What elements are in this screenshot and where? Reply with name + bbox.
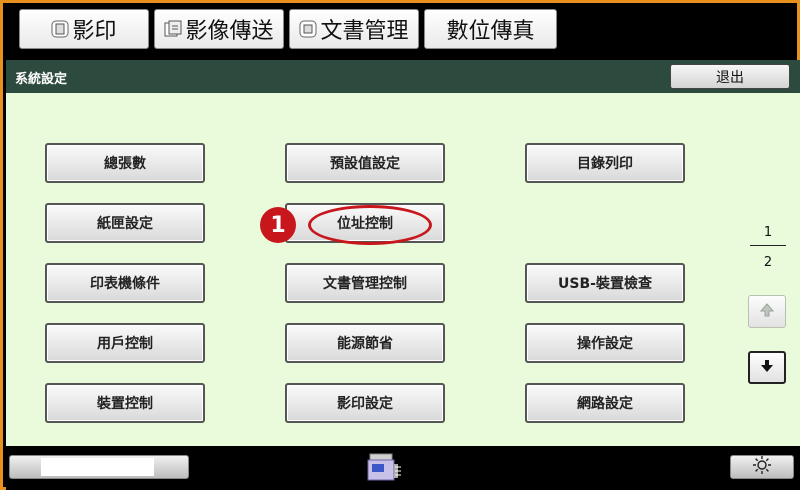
- screen-frame: 影印 影像傳送 文書管理 數位傳真 系統設定 退出 總張數 紙匣設定 印表機條件…: [0, 0, 800, 490]
- tab-digital-fax-label: 數位傳真: [446, 19, 535, 44]
- page-total: 2: [763, 255, 773, 270]
- scroll-down-button[interactable]: [748, 351, 786, 384]
- tab-digital-fax[interactable]: 數位傳真: [424, 9, 557, 49]
- network-settings-button[interactable]: 網路設定: [525, 383, 685, 423]
- energy-save-button[interactable]: 能源節省: [285, 323, 445, 363]
- tab-document-filing-label: 文書管理: [320, 19, 409, 44]
- page-title: 系統設定: [15, 72, 68, 87]
- job-status-field: [41, 458, 154, 476]
- user-control-button[interactable]: 用戶控制: [45, 323, 205, 363]
- bottom-bar: [6, 446, 800, 490]
- document-filing-control-button[interactable]: 文書管理控制: [285, 263, 445, 303]
- scroll-up-button[interactable]: [748, 295, 786, 328]
- arrow-up-icon: [759, 302, 775, 322]
- callout-number-badge: 1: [260, 207, 296, 243]
- copy-icon: [51, 19, 69, 39]
- arrow-down-icon: [759, 358, 775, 378]
- machine-status-icon[interactable]: [364, 450, 402, 486]
- list-print-button[interactable]: 目錄列印: [525, 143, 685, 183]
- default-settings-button[interactable]: 預設值設定: [285, 143, 445, 183]
- page-current: 1: [763, 225, 773, 240]
- device-control-button[interactable]: 裝置控制: [45, 383, 205, 423]
- paper-tray-settings-button[interactable]: 紙匣設定: [45, 203, 205, 243]
- brightness-button[interactable]: [730, 455, 794, 479]
- job-status-button[interactable]: [9, 455, 189, 479]
- tab-copy-label: 影印: [72, 19, 117, 44]
- exit-button[interactable]: 退出: [670, 64, 790, 89]
- operation-settings-button[interactable]: 操作設定: [525, 323, 685, 363]
- image-send-icon: [164, 19, 182, 39]
- total-count-button[interactable]: 總張數: [45, 143, 205, 183]
- document-filing-icon: [299, 19, 317, 39]
- copy-settings-button[interactable]: 影印設定: [285, 383, 445, 423]
- title-bar: 系統設定 退出: [6, 60, 800, 93]
- printer-condition-button[interactable]: 印表機條件: [45, 263, 205, 303]
- page-divider: [750, 245, 786, 246]
- tab-copy[interactable]: 影印: [19, 9, 149, 49]
- settings-menu-panel: 總張數 紙匣設定 印表機條件 用戶控制 裝置控制 預設值設定 位址控制 文書管理…: [6, 93, 800, 446]
- tab-document-filing[interactable]: 文書管理: [289, 9, 419, 49]
- usb-device-check-button[interactable]: USB-裝置檢查: [525, 263, 685, 303]
- tab-image-send-label: 影像傳送: [185, 19, 274, 44]
- address-control-button[interactable]: 位址控制: [285, 203, 445, 243]
- sun-icon: [752, 455, 772, 479]
- tab-image-send[interactable]: 影像傳送: [154, 9, 284, 49]
